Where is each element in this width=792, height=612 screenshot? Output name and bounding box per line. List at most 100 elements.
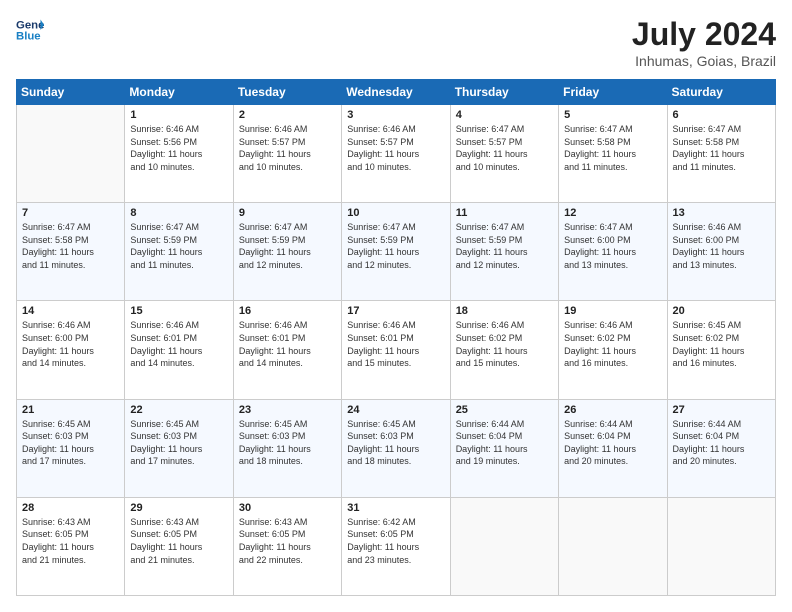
calendar-cell: 15 Sunrise: 6:46 AM Sunset: 6:01 PM Dayli… — [125, 301, 233, 399]
day-number: 19 — [564, 305, 661, 317]
weekday-header-friday: Friday — [559, 80, 667, 105]
day-number: 3 — [347, 109, 444, 121]
day-number: 6 — [673, 109, 770, 121]
weekday-header-wednesday: Wednesday — [342, 80, 450, 105]
day-info: Sunrise: 6:46 AM Sunset: 6:01 PM Dayligh… — [130, 319, 227, 369]
day-number: 21 — [22, 404, 119, 416]
day-info: Sunrise: 6:47 AM Sunset: 5:59 PM Dayligh… — [456, 221, 553, 271]
day-info: Sunrise: 6:46 AM Sunset: 6:02 PM Dayligh… — [456, 319, 553, 369]
calendar-table: SundayMondayTuesdayWednesdayThursdayFrid… — [16, 79, 776, 596]
day-info: Sunrise: 6:45 AM Sunset: 6:03 PM Dayligh… — [347, 418, 444, 468]
day-info: Sunrise: 6:46 AM Sunset: 6:00 PM Dayligh… — [22, 319, 119, 369]
day-number: 4 — [456, 109, 553, 121]
day-info: Sunrise: 6:47 AM Sunset: 5:59 PM Dayligh… — [239, 221, 336, 271]
day-info: Sunrise: 6:46 AM Sunset: 5:57 PM Dayligh… — [239, 123, 336, 173]
calendar-cell — [450, 497, 558, 595]
day-number: 31 — [347, 502, 444, 514]
day-number: 18 — [456, 305, 553, 317]
day-number: 7 — [22, 207, 119, 219]
logo: General Blue — [16, 16, 44, 44]
calendar-cell: 24 Sunrise: 6:45 AM Sunset: 6:03 PM Dayli… — [342, 399, 450, 497]
day-number: 22 — [130, 404, 227, 416]
day-number: 30 — [239, 502, 336, 514]
day-info: Sunrise: 6:46 AM Sunset: 5:57 PM Dayligh… — [347, 123, 444, 173]
day-number: 25 — [456, 404, 553, 416]
calendar-cell: 22Sunrise: 6:45 AM Sunset: 6:03 PM Dayli… — [125, 399, 233, 497]
calendar-cell: 3 Sunrise: 6:46 AM Sunset: 5:57 PM Daylig… — [342, 105, 450, 203]
day-number: 28 — [22, 502, 119, 514]
calendar-cell: 5 Sunrise: 6:47 AM Sunset: 5:58 PM Daylig… — [559, 105, 667, 203]
weekday-header-thursday: Thursday — [450, 80, 558, 105]
calendar-week-row: 21 Sunrise: 6:45 AM Sunset: 6:03 PM Dayli… — [17, 399, 776, 497]
calendar-cell: 10 Sunrise: 6:47 AM Sunset: 5:59 PM Dayli… — [342, 203, 450, 301]
calendar-cell: 20 Sunrise: 6:45 AM Sunset: 6:02 PM Dayli… — [667, 301, 775, 399]
calendar-cell: 1Sunrise: 6:46 AM Sunset: 5:56 PM Daylig… — [125, 105, 233, 203]
calendar-cell — [559, 497, 667, 595]
calendar-cell: 11 Sunrise: 6:47 AM Sunset: 5:59 PM Dayli… — [450, 203, 558, 301]
day-info: Sunrise: 6:43 AM Sunset: 6:05 PM Dayligh… — [22, 516, 119, 566]
day-number: 8 — [130, 207, 227, 219]
day-info: Sunrise: 6:46 AM Sunset: 6:01 PM Dayligh… — [239, 319, 336, 369]
day-info: Sunrise: 6:45 AM Sunset: 6:02 PM Dayligh… — [673, 319, 770, 369]
weekday-header-monday: Monday — [125, 80, 233, 105]
calendar-cell: 16Sunrise: 6:46 AM Sunset: 6:01 PM Dayli… — [233, 301, 341, 399]
day-number: 10 — [347, 207, 444, 219]
calendar-cell: 27Sunrise: 6:44 AM Sunset: 6:04 PM Dayli… — [667, 399, 775, 497]
calendar-cell: 2 Sunrise: 6:46 AM Sunset: 5:57 PM Daylig… — [233, 105, 341, 203]
calendar-cell: 28 Sunrise: 6:43 AM Sunset: 6:05 PM Dayli… — [17, 497, 125, 595]
calendar-cell: 23 Sunrise: 6:45 AM Sunset: 6:03 PM Dayli… — [233, 399, 341, 497]
logo-icon: General Blue — [16, 16, 44, 44]
day-info: Sunrise: 6:47 AM Sunset: 5:58 PM Dayligh… — [673, 123, 770, 173]
day-number: 20 — [673, 305, 770, 317]
calendar-cell: 14 Sunrise: 6:46 AM Sunset: 6:00 PM Dayli… — [17, 301, 125, 399]
day-info: Sunrise: 6:44 AM Sunset: 6:04 PM Dayligh… — [456, 418, 553, 468]
day-info: Sunrise: 6:47 AM Sunset: 5:59 PM Dayligh… — [130, 221, 227, 271]
day-info: Sunrise: 6:46 AM Sunset: 6:02 PM Dayligh… — [564, 319, 661, 369]
calendar-cell: 17Sunrise: 6:46 AM Sunset: 6:01 PM Dayli… — [342, 301, 450, 399]
title-block: July 2024 Inhumas, Goias, Brazil — [632, 16, 776, 69]
calendar-cell — [667, 497, 775, 595]
day-number: 23 — [239, 404, 336, 416]
day-number: 14 — [22, 305, 119, 317]
day-number: 15 — [130, 305, 227, 317]
day-number: 29 — [130, 502, 227, 514]
svg-text:General: General — [16, 19, 44, 31]
calendar-week-row: 7 Sunrise: 6:47 AM Sunset: 5:58 PM Daylig… — [17, 203, 776, 301]
weekday-header-saturday: Saturday — [667, 80, 775, 105]
main-title: July 2024 — [632, 16, 776, 53]
day-number: 2 — [239, 109, 336, 121]
day-info: Sunrise: 6:44 AM Sunset: 6:04 PM Dayligh… — [564, 418, 661, 468]
day-number: 11 — [456, 207, 553, 219]
day-info: Sunrise: 6:43 AM Sunset: 6:05 PM Dayligh… — [239, 516, 336, 566]
calendar-cell: 29 Sunrise: 6:43 AM Sunset: 6:05 PM Dayli… — [125, 497, 233, 595]
calendar-cell: 21 Sunrise: 6:45 AM Sunset: 6:03 PM Dayli… — [17, 399, 125, 497]
day-number: 5 — [564, 109, 661, 121]
calendar-cell: 30 Sunrise: 6:43 AM Sunset: 6:05 PM Dayli… — [233, 497, 341, 595]
day-number: 24 — [347, 404, 444, 416]
svg-text:Blue: Blue — [16, 31, 41, 43]
day-info: Sunrise: 6:46 AM Sunset: 5:56 PM Dayligh… — [130, 123, 227, 173]
day-info: Sunrise: 6:45 AM Sunset: 6:03 PM Dayligh… — [22, 418, 119, 468]
day-info: Sunrise: 6:46 AM Sunset: 6:00 PM Dayligh… — [673, 221, 770, 271]
calendar-cell: 18 Sunrise: 6:46 AM Sunset: 6:02 PM Dayli… — [450, 301, 558, 399]
calendar-cell: 13Sunrise: 6:46 AM Sunset: 6:00 PM Dayli… — [667, 203, 775, 301]
calendar-week-row: 14 Sunrise: 6:46 AM Sunset: 6:00 PM Dayli… — [17, 301, 776, 399]
day-info: Sunrise: 6:45 AM Sunset: 6:03 PM Dayligh… — [239, 418, 336, 468]
calendar-cell: 26Sunrise: 6:44 AM Sunset: 6:04 PM Dayli… — [559, 399, 667, 497]
page-header: General Blue July 2024 Inhumas, Goias, B… — [16, 16, 776, 69]
calendar-cell: 9 Sunrise: 6:47 AM Sunset: 5:59 PM Daylig… — [233, 203, 341, 301]
day-info: Sunrise: 6:47 AM Sunset: 5:58 PM Dayligh… — [22, 221, 119, 271]
day-info: Sunrise: 6:43 AM Sunset: 6:05 PM Dayligh… — [130, 516, 227, 566]
day-number: 9 — [239, 207, 336, 219]
day-info: Sunrise: 6:47 AM Sunset: 5:58 PM Dayligh… — [564, 123, 661, 173]
day-info: Sunrise: 6:47 AM Sunset: 5:59 PM Dayligh… — [347, 221, 444, 271]
day-info: Sunrise: 6:42 AM Sunset: 6:05 PM Dayligh… — [347, 516, 444, 566]
calendar-cell: 7 Sunrise: 6:47 AM Sunset: 5:58 PM Daylig… — [17, 203, 125, 301]
weekday-header-row: SundayMondayTuesdayWednesdayThursdayFrid… — [17, 80, 776, 105]
calendar-cell: 12Sunrise: 6:47 AM Sunset: 6:00 PM Dayli… — [559, 203, 667, 301]
day-info: Sunrise: 6:47 AM Sunset: 5:57 PM Dayligh… — [456, 123, 553, 173]
calendar-cell: 31 Sunrise: 6:42 AM Sunset: 6:05 PM Dayli… — [342, 497, 450, 595]
weekday-header-tuesday: Tuesday — [233, 80, 341, 105]
day-info: Sunrise: 6:46 AM Sunset: 6:01 PM Dayligh… — [347, 319, 444, 369]
calendar-cell: 25 Sunrise: 6:44 AM Sunset: 6:04 PM Dayli… — [450, 399, 558, 497]
